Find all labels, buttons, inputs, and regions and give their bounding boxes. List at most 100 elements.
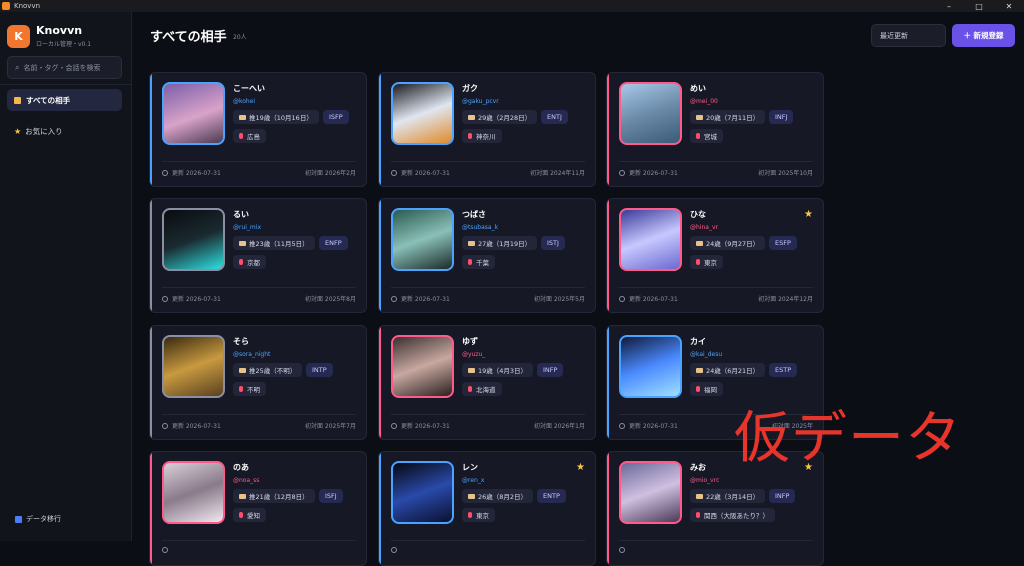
search-icon: ⌕ [15,62,20,72]
location-chip: 神奈川 [462,129,502,143]
contact-handle: @noa_ss [233,477,260,484]
contact-card[interactable]: めい @mei_00 20歳（7月11日） INFJ 宮城 更新 2026-07… [606,72,824,187]
window-titlebar: Knovvn – □ ✕ [0,0,1024,12]
location-chip: 北海道 [462,382,502,396]
clock-icon [162,422,168,429]
location-label: 神奈川 [476,133,496,141]
contact-name: のあ [233,463,249,472]
location-label: 愛知 [247,512,260,520]
card-accent-stripe [379,73,381,186]
sort-select[interactable]: 最近更新 [871,24,946,47]
age-label: 24歳（6月21日） [706,367,760,375]
card-accent-stripe [379,199,381,312]
contact-name: みお [690,463,706,472]
card-accent-stripe [607,73,609,186]
updated-info: 更新 2026-07-31 [619,421,678,430]
contact-name: ガク [462,84,478,93]
sidebar-item-label: お気に入り [25,126,63,136]
sidebar-item-label: すべての相手 [26,95,71,105]
avatar [391,82,454,145]
mbti-badge: INFP [769,489,796,503]
age-chip: 推19歳（10月16日） [233,110,319,124]
card-divider [391,287,585,288]
data-transfer-label: データ移行 [26,515,61,523]
updated-info [162,547,172,553]
age-chip: 24歳（9月27日） [690,236,766,250]
minimize-icon[interactable]: – [934,2,964,11]
contact-card[interactable]: レン @ren_x 26歳（8月2日） ENTP 東京 ★ [378,451,596,566]
location-chip: 宮城 [690,129,723,143]
location-chip: 東京 [690,255,723,269]
cake-icon [468,240,475,246]
favorite-star-icon[interactable]: ★ [804,209,813,220]
contact-card[interactable]: ゆず @yuzu_ 19歳（4月3日） INFP 北海道 更新 2026-07-… [378,325,596,440]
data-transfer-button[interactable]: データ移行 [15,514,61,524]
new-contact-button[interactable]: ＋ 新規登録 [952,24,1015,47]
contact-card[interactable]: ガク @gaku_pcvr 29歳（2月28日） ENTJ 神奈川 更新 202… [378,72,596,187]
avatar [391,461,454,524]
updated-label: 更新 2026-07-31 [401,423,450,430]
contact-name: レン [462,463,478,472]
updated-info: 更新 2026-07-31 [391,168,450,177]
contact-handle: @yuzu_ [462,351,486,358]
sidebar-item-favorites[interactable]: ★ お気に入り [7,120,122,142]
contact-card[interactable]: そら @sora_night 推25歳（不明） INTP 不明 更新 2026-… [149,325,367,440]
age-label: 19歳（4月3日） [478,367,528,375]
app-name: Knovvn [36,24,83,37]
updated-info: 更新 2026-07-31 [619,294,678,303]
avatar [619,461,682,524]
location-chip: 関西（大阪あたり？） [690,508,775,522]
search-placeholder: 名前・タグ・会話を検索 [23,63,101,72]
clock-icon [162,169,168,176]
page-title: すべての相手 [150,30,227,45]
favorite-star-icon[interactable]: ★ [576,462,585,473]
mbti-badge: INTP [306,363,333,377]
mbti-badge: ENFP [319,236,348,250]
contact-card[interactable]: るい @rui_mix 推23歳（11月5日） ENFP 京都 更新 2026-… [149,198,367,313]
location-label: 千葉 [476,259,489,267]
pin-icon [468,259,472,265]
clock-icon [391,422,397,429]
location-chip: 広島 [233,129,266,143]
maximize-icon[interactable]: □ [964,2,994,11]
close-icon[interactable]: ✕ [994,2,1024,11]
card-accent-stripe [607,326,609,439]
age-chip: 22歳（3月14日） [690,489,766,503]
updated-label: 更新 2026-07-31 [172,296,221,303]
mbti-badge: ENTP [537,489,566,503]
sidebar-item-all[interactable]: すべての相手 [7,89,122,111]
mbti-badge: INFP [537,363,564,377]
updated-label: 更新 2026-07-31 [172,423,221,430]
location-chip: 福岡 [690,382,723,396]
contact-card[interactable]: ひな @hina_vr 24歳（9月27日） ESFP 東京 更新 2026-0… [606,198,824,313]
cake-icon [696,367,703,373]
pin-icon [696,386,700,392]
pin-icon [468,386,472,392]
first-met-label: 初対面 2024年12月 [758,296,813,303]
location-label: 関西（大阪あたり？） [704,512,769,520]
location-label: 京都 [247,259,260,267]
contact-card[interactable]: のあ @noa_ss 推21歳（12月8日） ISFJ 愛知 [149,451,367,566]
clock-icon [619,422,625,429]
contact-handle: @tsubasa_k [462,224,499,231]
updated-info: 更新 2026-07-31 [619,168,678,177]
contact-card[interactable]: こーへい @kohei 推19歳（10月16日） ISFP 広島 更新 2026… [149,72,367,187]
contact-name: めい [690,84,706,93]
cake-icon [239,493,246,499]
pin-icon [239,512,243,518]
clock-icon [619,547,625,553]
card-accent-stripe [379,452,381,565]
age-chip: 29歳（2月28日） [462,110,538,124]
first-met-label: 初対面 2025年5月 [534,296,585,303]
clock-icon [162,295,168,302]
first-met-label: 初対面 2025年8月 [305,296,356,303]
updated-info: 更新 2026-07-31 [391,421,450,430]
contact-handle: @kohei [233,98,256,105]
transfer-icon [15,515,22,523]
cake-icon [239,367,246,373]
contact-card[interactable]: つばさ @tsubasa_k 27歳（1月19日） ISTJ 千葉 更新 202… [378,198,596,313]
search-input[interactable]: ⌕ 名前・タグ・会話を検索 [7,56,122,79]
first-met-label: 初対面 2026年2月 [305,170,356,177]
clock-icon [391,295,397,302]
cake-icon [696,240,703,246]
